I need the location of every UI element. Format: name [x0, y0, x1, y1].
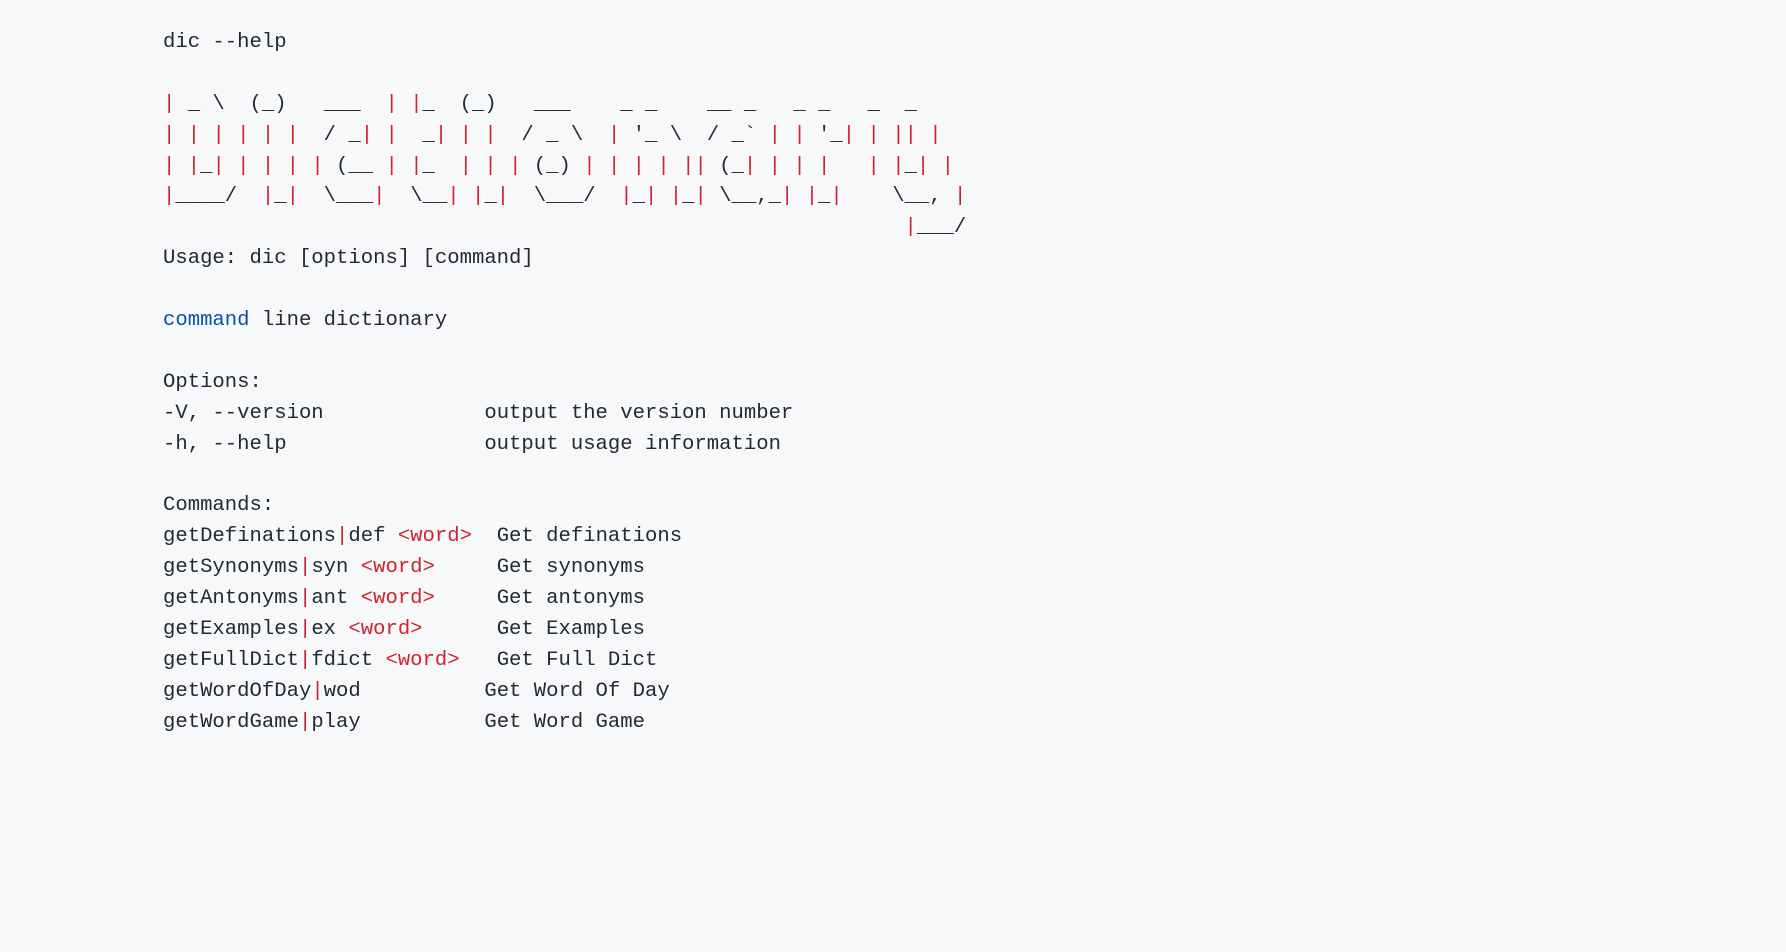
description-rest: line dictionary [250, 309, 448, 332]
usage-line: Usage: dic [options] [command] [163, 247, 534, 270]
cmd-play-alias: play [311, 711, 360, 734]
cmd-ant-desc: Get antonyms [435, 587, 645, 610]
option-version-desc: output the version number [324, 402, 794, 425]
cmd-fdict-desc: Get Full Dict [460, 649, 658, 672]
cmd-ant-alias: ant [311, 587, 360, 610]
cmd-def-name: getDefinations [163, 525, 336, 548]
terminal-help-output: dic --help | _ \ (_) ___ | |_ (_) ___ _ … [0, 0, 1786, 952]
cmd-ex-arg: <word> [348, 618, 422, 641]
cmd-syn-arg: <word> [361, 556, 435, 579]
cmd-ex-alias: ex [311, 618, 348, 641]
pipe-icon: | [311, 680, 323, 703]
pipe-icon: | [299, 556, 311, 579]
commands-header: Commands: [163, 494, 274, 517]
cmd-ant-name: getAntonyms [163, 587, 299, 610]
invocation-line: dic --help [163, 31, 287, 54]
cmd-def-arg: <word> [398, 525, 472, 548]
cmd-wod-desc: Get Word Of Day [361, 680, 670, 703]
cmd-syn-name: getSynonyms [163, 556, 299, 579]
cmd-wod-name: getWordOfDay [163, 680, 311, 703]
cmd-ex-desc: Get Examples [423, 618, 645, 641]
pipe-icon: | [299, 711, 311, 734]
cmd-play-name: getWordGame [163, 711, 299, 734]
pipe-icon: | [336, 525, 348, 548]
pipe-icon: | [299, 649, 311, 672]
option-help-desc: output usage information [287, 433, 781, 456]
option-version-flag: -V, --version [163, 402, 324, 425]
cmd-ant-arg: <word> [361, 587, 435, 610]
options-header: Options: [163, 371, 262, 394]
cmd-wod-alias: wod [324, 680, 361, 703]
description-keyword: command [163, 309, 250, 332]
cmd-syn-desc: Get synonyms [435, 556, 645, 579]
cmd-def-alias: def [348, 525, 397, 548]
cmd-syn-alias: syn [311, 556, 360, 579]
cmd-play-desc: Get Word Game [361, 711, 645, 734]
ascii-art-banner: | _ \ (_) ___ | |_ (_) ___ _ _ __ _ _ _ … [163, 93, 966, 240]
cmd-def-desc: Get definations [472, 525, 682, 548]
pipe-icon: | [299, 587, 311, 610]
cmd-fdict-alias: fdict [311, 649, 385, 672]
option-help-flag: -h, --help [163, 433, 287, 456]
cmd-fdict-name: getFullDict [163, 649, 299, 672]
cmd-ex-name: getExamples [163, 618, 299, 641]
cmd-fdict-arg: <word> [385, 649, 459, 672]
pipe-icon: | [299, 618, 311, 641]
